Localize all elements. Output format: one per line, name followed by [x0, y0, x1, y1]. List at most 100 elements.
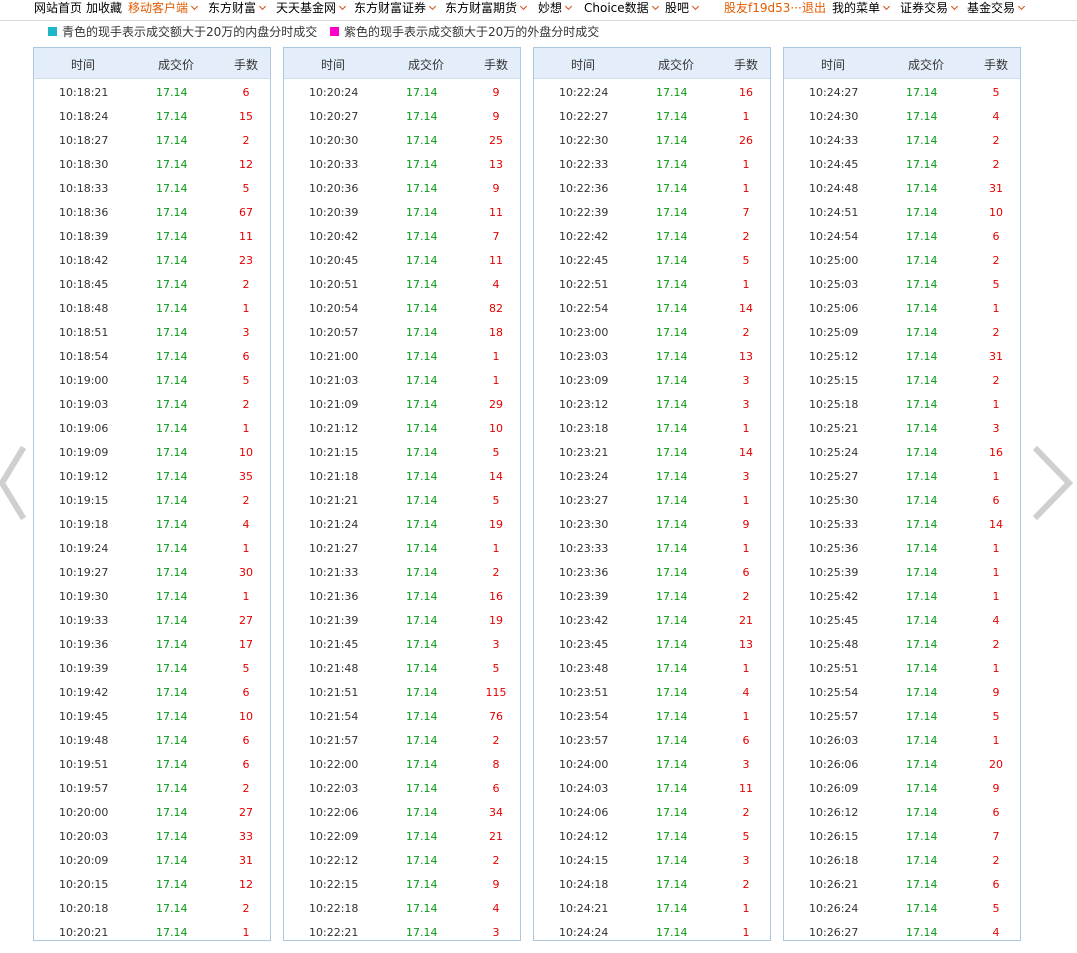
table-row: 10:19:42 17.14 6 [34, 680, 270, 704]
cell-volume: 10 [239, 446, 253, 459]
cell-time: 10:24:06 [559, 806, 609, 819]
cell-time: 10:21:00 [309, 350, 359, 363]
cell-volume: 17 [239, 638, 253, 651]
cell-time: 10:24:45 [809, 158, 859, 171]
cell-volume: 4 [492, 902, 500, 915]
cell-price: 17.14 [656, 326, 688, 339]
cell-volume: 27 [239, 806, 253, 819]
cell-price: 17.14 [906, 182, 938, 195]
table-row: 10:19:12 17.14 35 [34, 464, 270, 488]
table-row: 10:22:15 17.14 9 [284, 872, 520, 896]
nav-item-14[interactable]: 基金交易 [967, 0, 1026, 17]
cell-time: 10:20:51 [309, 278, 359, 291]
cell-price: 17.14 [906, 302, 938, 315]
cell-price: 17.14 [906, 206, 938, 219]
cell-time: 10:25:54 [809, 686, 859, 699]
cell-volume: 13 [489, 158, 503, 171]
cell-price: 17.14 [656, 806, 688, 819]
cell-time: 10:22:45 [559, 254, 609, 267]
nav-item-8[interactable]: Choice数据 [584, 0, 659, 17]
nav-item-9[interactable]: 股吧 [665, 0, 700, 17]
table-row: 10:18:30 17.14 12 [34, 152, 270, 176]
cell-time: 10:19:27 [59, 566, 109, 579]
nav-item-10[interactable]: 股友f19d53··· [724, 0, 802, 17]
cell-price: 17.14 [156, 470, 188, 483]
nav-item-2[interactable]: 移动客户端 [128, 0, 199, 17]
cyan-swatch-icon [48, 27, 57, 36]
table-row: 10:25:09 17.14 2 [784, 320, 1020, 344]
next-page-button[interactable] [1033, 446, 1073, 520]
cell-volume: 13 [739, 638, 753, 651]
nav-item-5[interactable]: 东方财富证券 [354, 0, 437, 17]
nav-item-13[interactable]: 证券交易 [900, 0, 959, 17]
cell-volume: 2 [492, 854, 500, 867]
table-row: 10:23:33 17.14 1 [534, 536, 770, 560]
cell-price: 17.14 [906, 926, 938, 939]
cell-volume: 2 [242, 398, 250, 411]
nav-item-4[interactable]: 天天基金网 [276, 0, 347, 17]
nav-item-3[interactable]: 东方财富 [208, 0, 267, 17]
nav-item-11[interactable]: 退出 [802, 0, 826, 17]
cell-price: 17.14 [906, 782, 938, 795]
nav-item-0[interactable]: 网站首页 [34, 0, 82, 17]
cell-price: 17.14 [906, 542, 938, 555]
cell-time: 10:19:06 [59, 422, 109, 435]
cell-volume: 5 [992, 278, 1000, 291]
cell-price: 17.14 [406, 806, 438, 819]
cell-volume: 1 [742, 158, 750, 171]
cell-volume: 1 [242, 926, 250, 939]
cell-price: 17.14 [906, 398, 938, 411]
table-row: 10:23:48 17.14 1 [534, 656, 770, 680]
nav-item-12[interactable]: 我的菜单 [832, 0, 891, 17]
cell-price: 17.14 [156, 302, 188, 315]
nav-item-6[interactable]: 东方财富期货 [445, 0, 528, 17]
table-row: 10:22:03 17.14 6 [284, 776, 520, 800]
cell-time: 10:19:45 [59, 710, 109, 723]
cell-volume: 1 [742, 710, 750, 723]
cell-volume: 1 [992, 398, 1000, 411]
nav-item-1[interactable]: 加收藏 [86, 0, 122, 17]
table-row: 10:25:15 17.14 2 [784, 368, 1020, 392]
table-row: 10:19:18 17.14 4 [34, 512, 270, 536]
cell-time: 10:21:21 [309, 494, 359, 507]
cell-volume: 6 [992, 494, 1000, 507]
prev-page-button[interactable] [0, 446, 40, 520]
table-row: 10:25:36 17.14 1 [784, 536, 1020, 560]
table-row: 10:23:51 17.14 4 [534, 680, 770, 704]
cell-time: 10:21:36 [309, 590, 359, 603]
cell-price: 17.14 [406, 518, 438, 531]
cell-time: 10:22:27 [559, 110, 609, 123]
table-row: 10:21:57 17.14 2 [284, 728, 520, 752]
cell-time: 10:18:30 [59, 158, 109, 171]
table-row: 10:23:27 17.14 1 [534, 488, 770, 512]
cell-volume: 2 [242, 782, 250, 795]
cell-volume: 3 [492, 638, 500, 651]
table-row: 10:26:03 17.14 1 [784, 728, 1020, 752]
table-row: 10:24:33 17.14 2 [784, 128, 1020, 152]
cell-time: 10:20:57 [309, 326, 359, 339]
table-row: 10:21:21 17.14 5 [284, 488, 520, 512]
cell-time: 10:23:27 [559, 494, 609, 507]
cell-time: 10:19:33 [59, 614, 109, 627]
cell-time: 10:20:36 [309, 182, 359, 195]
nav-item-7[interactable]: 妙想 [538, 0, 573, 17]
table-row: 10:24:00 17.14 3 [534, 752, 770, 776]
table-row: 10:19:03 17.14 2 [34, 392, 270, 416]
table-row: 10:22:21 17.14 3 [284, 920, 520, 944]
cell-volume: 1 [742, 422, 750, 435]
cell-price: 17.14 [656, 278, 688, 291]
cell-volume: 31 [989, 182, 1003, 195]
cell-price: 17.14 [406, 902, 438, 915]
cell-time: 10:23:30 [559, 518, 609, 531]
cell-volume: 5 [242, 374, 250, 387]
cell-volume: 6 [992, 878, 1000, 891]
cell-time: 10:21:24 [309, 518, 359, 531]
cell-price: 17.14 [406, 830, 438, 843]
cell-time: 10:20:39 [309, 206, 359, 219]
cell-price: 17.14 [656, 830, 688, 843]
cell-time: 10:23:39 [559, 590, 609, 603]
cell-price: 17.14 [156, 518, 188, 531]
cell-price: 17.14 [406, 86, 438, 99]
table-row: 10:18:39 17.14 11 [34, 224, 270, 248]
cell-price: 17.14 [156, 398, 188, 411]
